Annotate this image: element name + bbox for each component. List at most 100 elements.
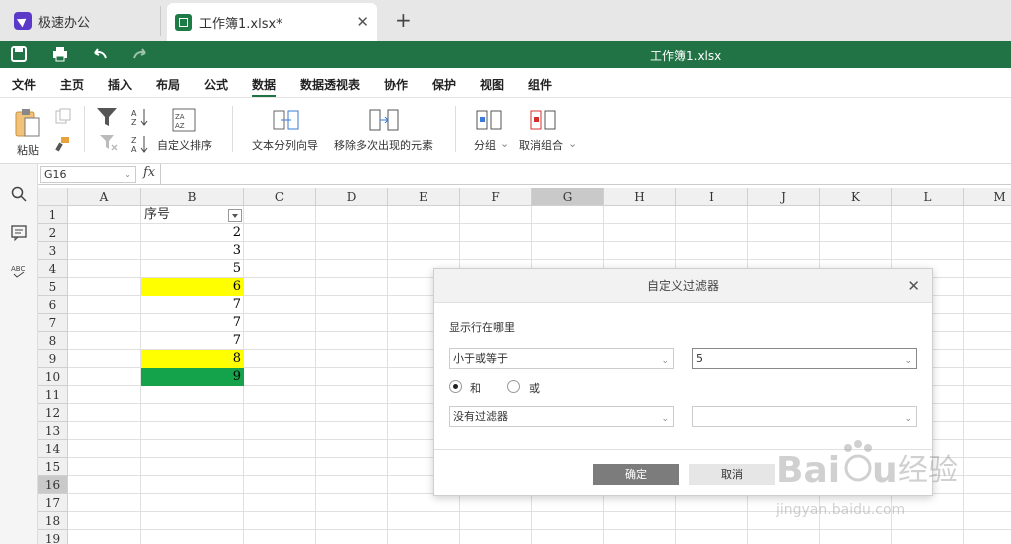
copy-icon[interactable] [55, 108, 71, 124]
cell-b3[interactable]: 3 [141, 242, 244, 260]
cell-b2[interactable]: 2 [141, 224, 244, 242]
function-icon[interactable]: fx [143, 165, 155, 180]
cell-b5[interactable]: 6 [141, 278, 244, 296]
menu-data[interactable]: 数据 [252, 76, 277, 97]
ungroup-icon[interactable] [530, 108, 556, 132]
row-header-19[interactable]: 19 [38, 530, 68, 544]
column-header-j[interactable]: J [748, 188, 820, 206]
dialog-title: 自定义过滤器 [434, 269, 932, 303]
row-header-11[interactable]: 11 [38, 386, 68, 404]
filter-dropdown-button[interactable] [228, 209, 242, 222]
redo-icon[interactable] [132, 46, 148, 62]
group-icon[interactable] [476, 108, 502, 132]
row-header-13[interactable]: 13 [38, 422, 68, 440]
column-header-m[interactable]: M [964, 188, 1011, 206]
or-radio[interactable] [507, 380, 520, 393]
cell-b4[interactable]: 5 [141, 260, 244, 278]
save-icon[interactable] [11, 46, 27, 62]
ok-button[interactable]: 确定 [593, 464, 679, 485]
row-header-1[interactable]: 1 [38, 206, 68, 224]
print-icon[interactable] [52, 46, 68, 62]
row-header-10[interactable]: 10 [38, 368, 68, 386]
menu-protect[interactable]: 保护 [432, 76, 456, 93]
column-header-b[interactable]: B [141, 188, 244, 206]
condition2-operator-select[interactable]: 没有过滤器 ⌄ [449, 406, 674, 427]
row-header-17[interactable]: 17 [38, 494, 68, 512]
chevron-down-icon[interactable]: ⌄ [568, 137, 577, 150]
text-to-columns-icon[interactable] [273, 108, 299, 132]
cell-b7[interactable]: 7 [141, 314, 244, 332]
menu-pivot[interactable]: 数据透视表 [300, 76, 360, 93]
menu-layout[interactable]: 布局 [156, 76, 180, 93]
custom-sort-label[interactable]: 自定义排序 [157, 137, 212, 153]
row-header-12[interactable]: 12 [38, 404, 68, 422]
column-header-e[interactable]: E [388, 188, 460, 206]
row-header-8[interactable]: 8 [38, 332, 68, 350]
paste-icon[interactable] [14, 108, 42, 138]
column-header-a[interactable]: A [68, 188, 141, 206]
tab-home[interactable]: 极速办公 [6, 6, 161, 36]
comment-icon[interactable] [11, 225, 27, 241]
cancel-button[interactable]: 取消 [689, 464, 775, 485]
clear-filter-icon[interactable] [99, 134, 119, 152]
spellcheck-icon[interactable]: ABC [11, 263, 27, 279]
column-header-i[interactable]: I [676, 188, 748, 206]
column-header-c[interactable]: C [244, 188, 316, 206]
column-header-g[interactable]: G [532, 188, 604, 206]
row-header-16[interactable]: 16 [38, 476, 68, 494]
column-header-k[interactable]: K [820, 188, 892, 206]
chevron-down-icon: ⌄ [661, 414, 669, 424]
condition2-value-input[interactable]: ⌄ [692, 406, 917, 427]
row-header-3[interactable]: 3 [38, 242, 68, 260]
column-header-h[interactable]: H [604, 188, 676, 206]
close-tab-icon[interactable]: ✕ [356, 13, 369, 31]
svg-text:AZ: AZ [175, 122, 185, 130]
cell-b6[interactable]: 7 [141, 296, 244, 314]
condition1-operator-select[interactable]: 小于或等于 ⌄ [449, 348, 674, 369]
row-header-4[interactable]: 4 [38, 260, 68, 278]
row-header-15[interactable]: 15 [38, 458, 68, 476]
sort-ascending-icon[interactable]: AZ [131, 107, 149, 127]
select-all-corner[interactable] [38, 188, 68, 206]
group-label[interactable]: 分组 [474, 137, 496, 153]
cell-b8[interactable]: 7 [141, 332, 244, 350]
sort-descending-icon[interactable]: ZA [131, 134, 149, 154]
row-header-6[interactable]: 6 [38, 296, 68, 314]
condition1-value-input[interactable]: 5 ⌄ [692, 348, 917, 369]
column-header-l[interactable]: L [892, 188, 964, 206]
menu-insert[interactable]: 插入 [108, 76, 132, 93]
column-header-f[interactable]: F [460, 188, 532, 206]
menu-components[interactable]: 组件 [528, 76, 552, 93]
ungroup-label[interactable]: 取消组合 [519, 137, 563, 153]
row-header-5[interactable]: 5 [38, 278, 68, 296]
remove-duplicates-icon[interactable] [369, 108, 399, 132]
menu-collab[interactable]: 协作 [384, 76, 408, 93]
format-painter-icon[interactable] [55, 136, 71, 152]
custom-sort-icon[interactable]: ZAAZ [172, 108, 196, 132]
tab-workbook[interactable]: 工作簿1.xlsx* ✕ [167, 3, 377, 41]
row-header-9[interactable]: 9 [38, 350, 68, 368]
chevron-down-icon[interactable]: ⌄ [500, 137, 509, 150]
menu-file[interactable]: 文件 [12, 76, 36, 93]
svg-text:A: A [131, 145, 137, 154]
cell-b9[interactable]: 8 [141, 350, 244, 368]
row-header-18[interactable]: 18 [38, 512, 68, 530]
chevron-down-icon[interactable]: ⌄ [124, 167, 131, 182]
text-to-columns-label[interactable]: 文本分列向导 [252, 137, 318, 153]
close-icon[interactable]: ✕ [907, 277, 920, 295]
row-header-7[interactable]: 7 [38, 314, 68, 332]
row-header-14[interactable]: 14 [38, 440, 68, 458]
search-icon[interactable] [11, 186, 27, 202]
cell-b10[interactable]: 9 [141, 368, 244, 386]
menu-formula[interactable]: 公式 [204, 76, 228, 93]
row-header-2[interactable]: 2 [38, 224, 68, 242]
undo-icon[interactable] [92, 46, 108, 62]
menu-view[interactable]: 视图 [480, 76, 504, 93]
name-box[interactable]: G16 ⌄ [40, 166, 136, 183]
new-tab-button[interactable]: + [395, 8, 412, 32]
filter-icon[interactable] [96, 107, 118, 127]
menu-home[interactable]: 主页 [60, 76, 84, 93]
column-header-d[interactable]: D [316, 188, 388, 206]
remove-duplicates-label[interactable]: 移除多次出现的元素 [334, 137, 433, 153]
and-radio[interactable] [449, 380, 462, 393]
